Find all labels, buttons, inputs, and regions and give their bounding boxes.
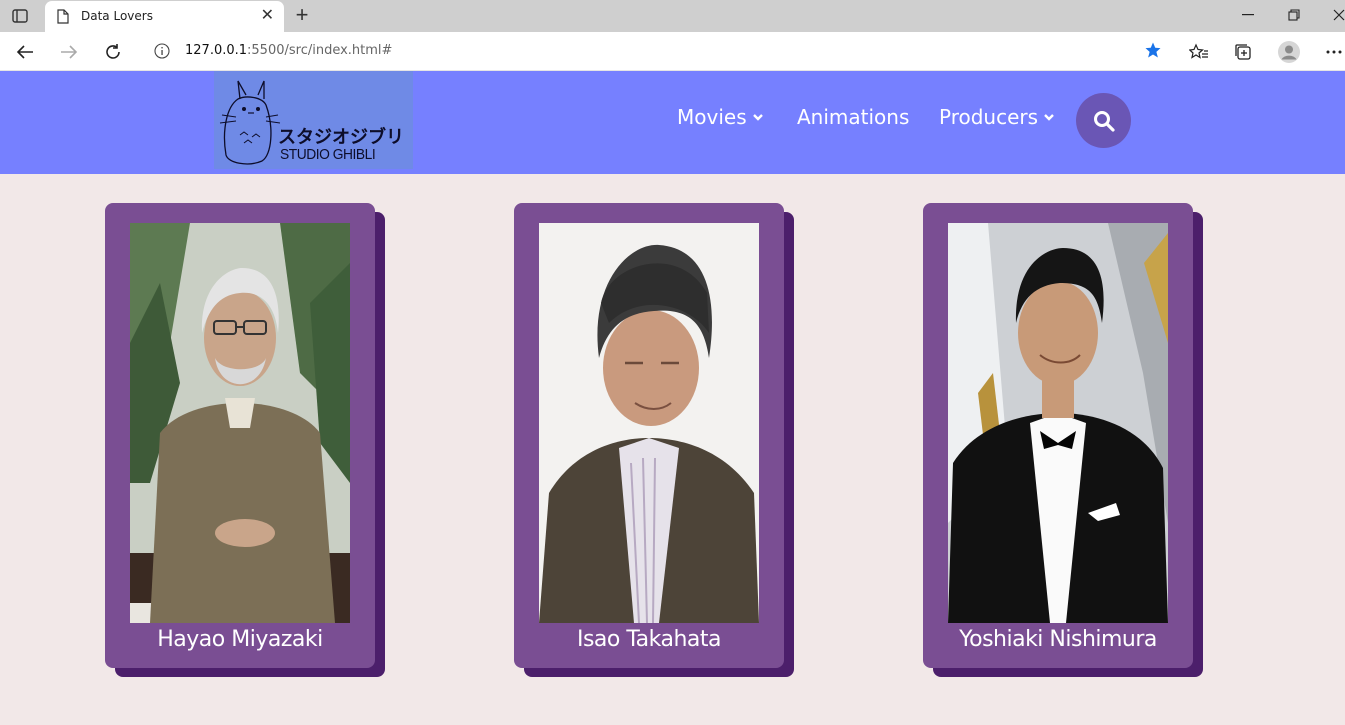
producer-card[interactable]: Isao Takahata: [514, 203, 794, 677]
chevron-down-icon: [1044, 114, 1054, 121]
producer-card[interactable]: Yoshiaki Nishimura: [923, 203, 1203, 677]
more-dots-icon: [1326, 50, 1342, 54]
logo-english-text: STUDIO GHIBLI: [280, 146, 376, 163]
producer-name: Isao Takahata: [576, 627, 722, 652]
refresh-button[interactable]: [100, 39, 126, 65]
favorites-list-icon: [1189, 43, 1208, 59]
chevron-down-icon: [752, 114, 763, 121]
info-icon[interactable]: [154, 43, 170, 59]
minimize-button[interactable]: [1234, 4, 1262, 26]
nav-item-label: Movies: [677, 105, 747, 129]
card-body: Hayao Miyazaki: [105, 203, 375, 668]
search-icon: [1093, 110, 1115, 132]
producer-name: Yoshiaki Nishimura: [959, 627, 1157, 652]
favorites-button[interactable]: [1186, 39, 1212, 65]
refresh-icon: [106, 44, 120, 59]
close-tab-icon[interactable]: ✕: [261, 8, 274, 24]
forward-button[interactable]: [56, 39, 82, 65]
back-button[interactable]: [12, 39, 38, 65]
nav-item-label: Producers: [939, 105, 1039, 129]
arrow-right-icon: [61, 45, 78, 59]
producer-photo: [948, 223, 1168, 623]
studio-ghibli-logo[interactable]: スタジオジブリ STUDIO GHIBLI: [214, 71, 413, 169]
tab-actions-icon: [12, 9, 28, 23]
profile-button[interactable]: [1276, 39, 1302, 65]
collections-button[interactable]: [1230, 39, 1256, 65]
close-icon: [1333, 9, 1345, 21]
url-text: 127.0.0.1:5500/src/index.html#: [185, 43, 393, 58]
search-button[interactable]: [1076, 93, 1131, 148]
site-header: スタジオジブリ STUDIO GHIBLI Movies Animations …: [0, 71, 1345, 174]
nav-item-movies[interactable]: Movies: [677, 105, 763, 129]
nav-item-producers[interactable]: Producers: [939, 105, 1054, 129]
producer-name: Hayao Miyazaki: [157, 627, 323, 652]
avatar-icon: [1278, 41, 1300, 63]
more-options-button[interactable]: [1321, 39, 1345, 65]
new-tab-button[interactable]: +: [290, 4, 314, 28]
producer-photo: [539, 223, 759, 623]
tab-title: Data Lovers: [81, 9, 153, 23]
page-icon: [57, 9, 69, 24]
producer-card[interactable]: Hayao Miyazaki: [105, 203, 385, 677]
card-body: Yoshiaki Nishimura: [923, 203, 1193, 668]
close-window-button[interactable]: [1325, 4, 1345, 26]
restore-icon: [1288, 9, 1300, 21]
producer-photo: [130, 223, 350, 623]
browser-tab[interactable]: Data Lovers ✕: [45, 1, 284, 32]
address-toolbar: 127.0.0.1:5500/src/index.html#: [0, 32, 1345, 71]
favorite-star-icon[interactable]: [1144, 41, 1162, 59]
tab-actions-button[interactable]: [8, 6, 32, 26]
nav-item-label: Animations: [797, 105, 910, 129]
arrow-left-icon: [16, 45, 33, 59]
restore-button[interactable]: [1280, 4, 1308, 26]
collections-icon: [1235, 44, 1251, 60]
minimize-icon: [1242, 14, 1254, 16]
card-body: Isao Takahata: [514, 203, 784, 668]
browser-tab-strip: Data Lovers ✕ +: [0, 0, 1345, 32]
address-bar[interactable]: 127.0.0.1:5500/src/index.html#: [142, 36, 1172, 66]
nav-item-animations[interactable]: Animations: [797, 105, 909, 129]
